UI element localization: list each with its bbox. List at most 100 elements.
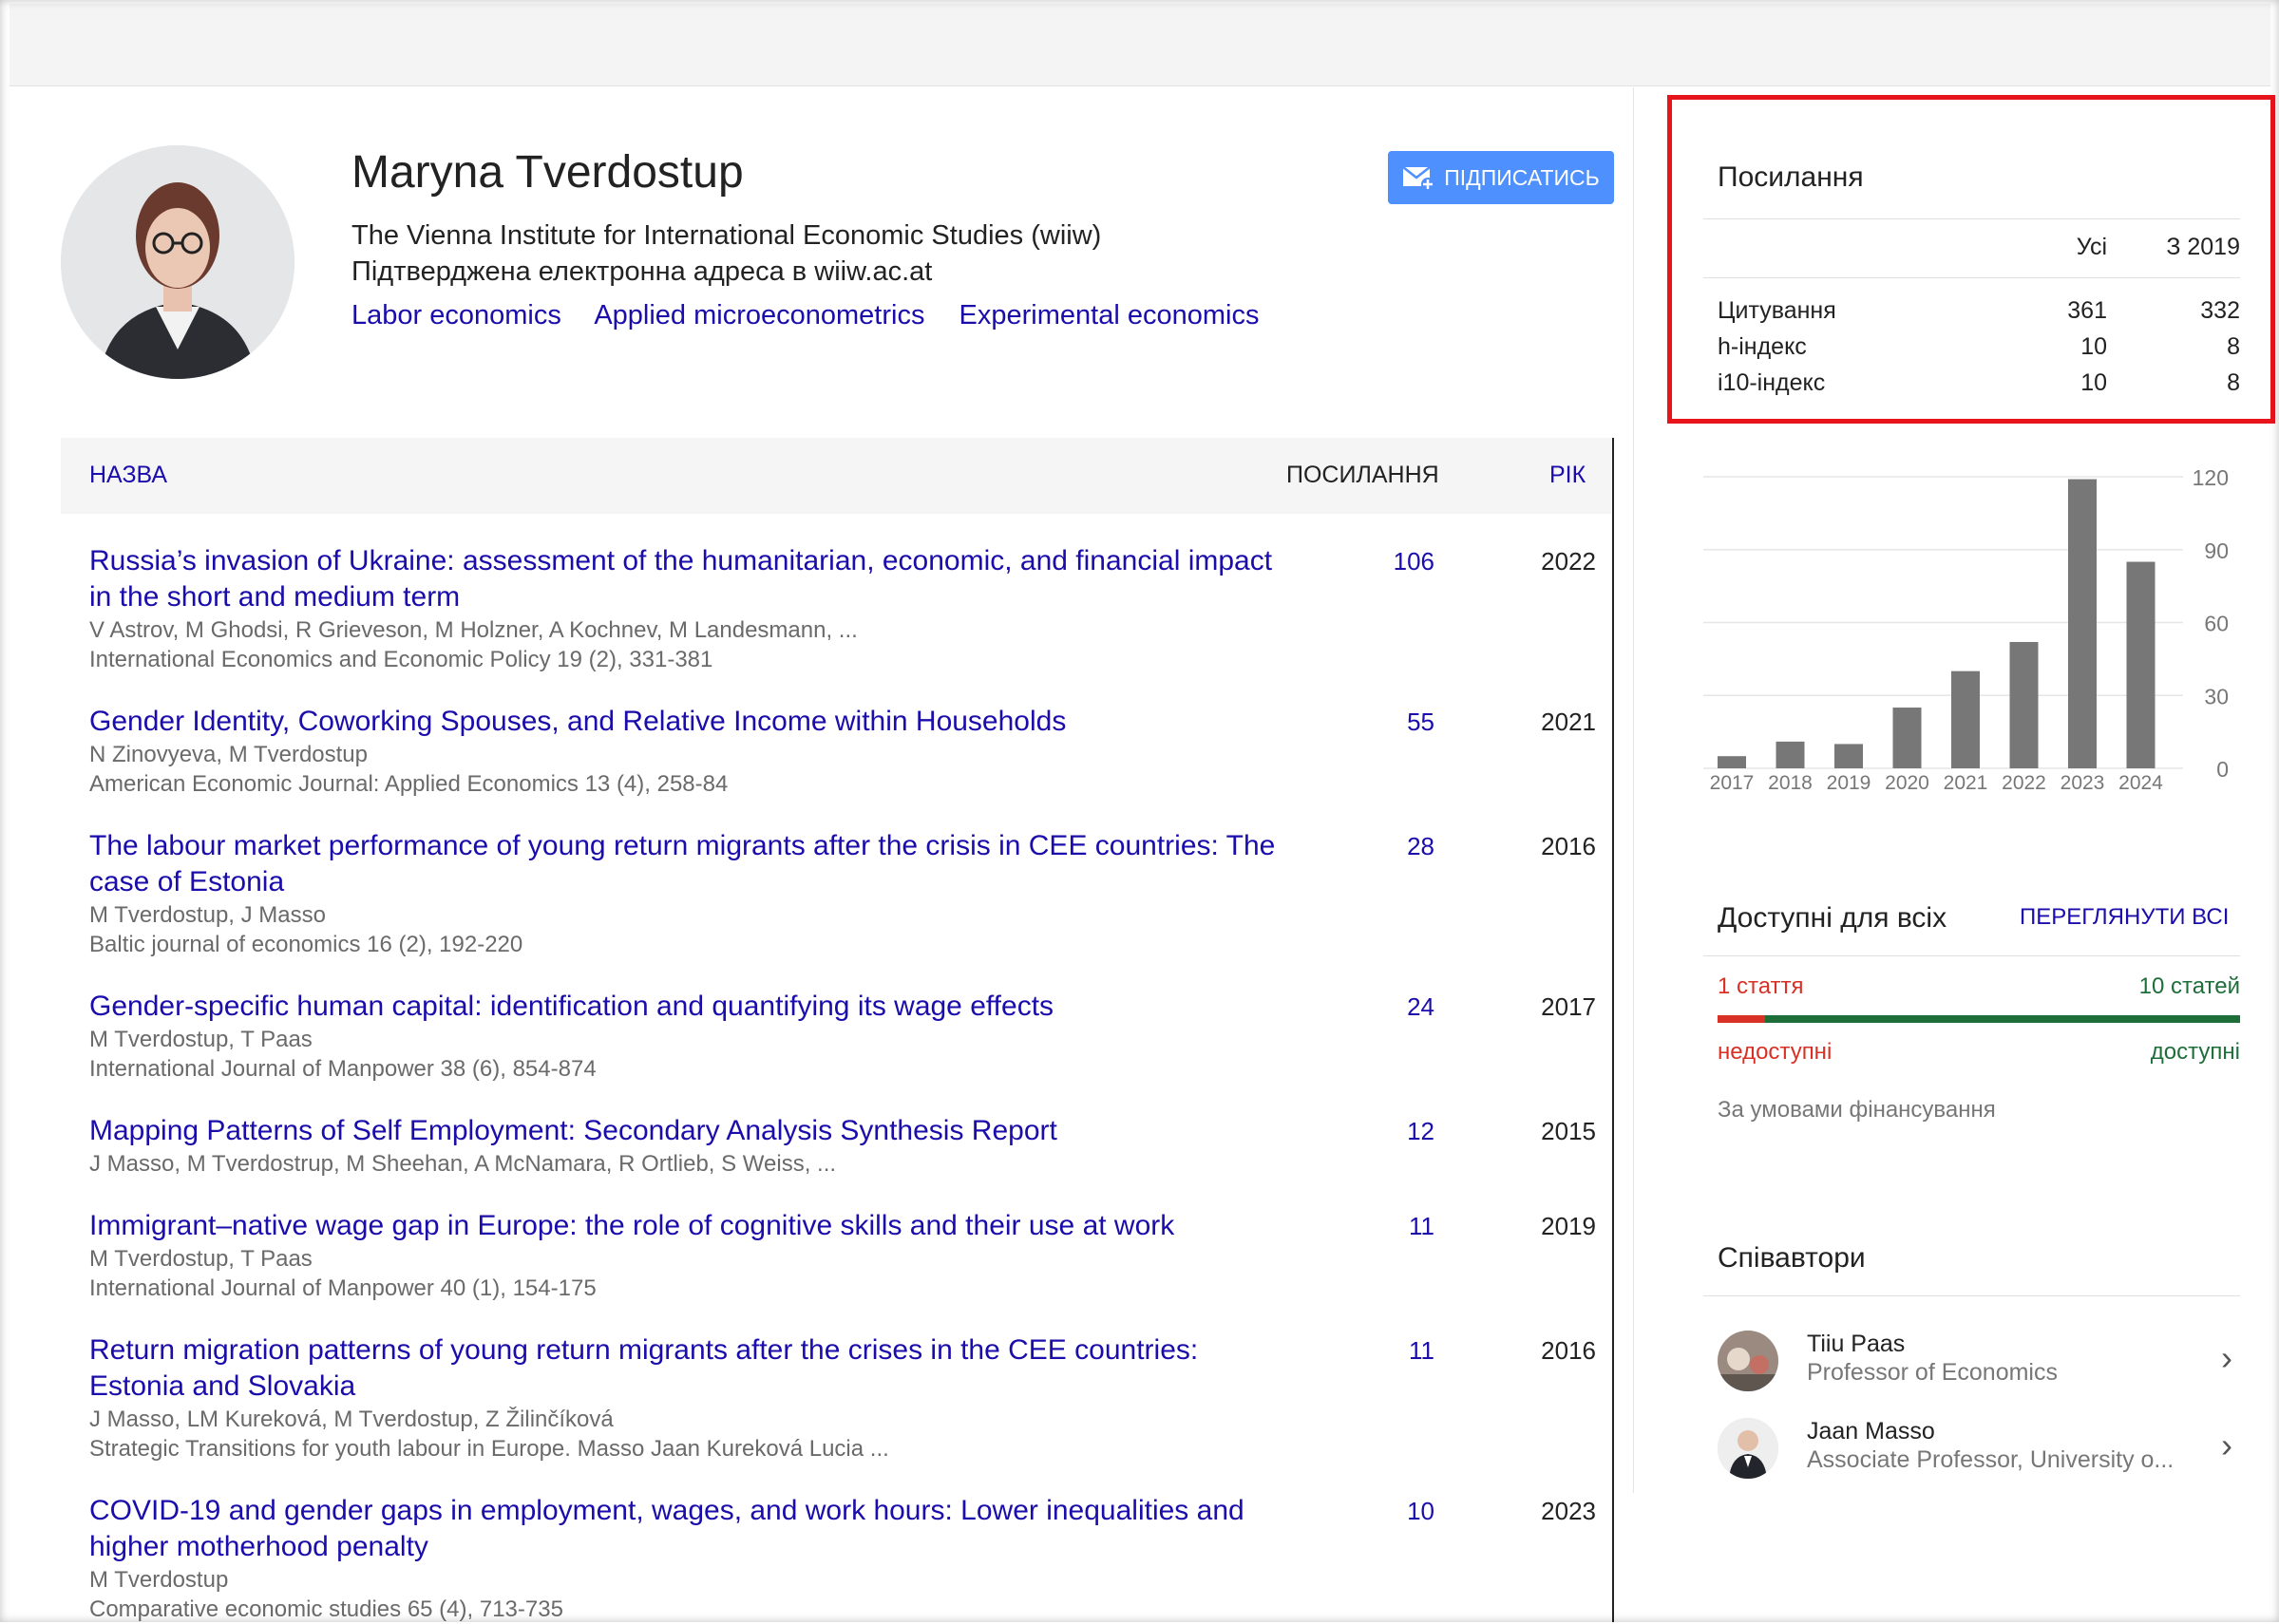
article-venue: International Journal of Manpower 38 (6)…: [89, 1056, 597, 1082]
article-title[interactable]: Russia’s invasion of Ukraine: assessment…: [89, 543, 1324, 615]
article-authors: J Masso, M Tverdostrup, M Sheehan, A McN…: [89, 1151, 837, 1177]
unavailable-count[interactable]: 1 стаття: [1718, 973, 1804, 1000]
x-tick-label: 2017: [1710, 772, 1755, 794]
column-divider: [1612, 438, 1614, 1622]
y-tick-label: 60: [2204, 612, 2229, 636]
table-row: Gender Identity, Coworking Spouses, and …: [89, 704, 1609, 799]
interest-link[interactable]: Experimental economics: [959, 300, 1260, 330]
sort-by-title[interactable]: НАЗВА: [89, 462, 167, 489]
article-venue: Strategic Transitions for youth labour i…: [89, 1436, 889, 1462]
profile-name: Maryna Tverdostup: [351, 147, 744, 198]
article-title[interactable]: Mapping Patterns of Self Employment: Sec…: [89, 1113, 1324, 1149]
cited-by-count[interactable]: 55: [1349, 704, 1434, 740]
sort-by-cited[interactable]: ПОСИЛАННЯ: [1286, 462, 1439, 489]
profile-affiliation: The Vienna Institute for International E…: [351, 220, 1102, 251]
chart-bar-2022[interactable]: [2009, 641, 2039, 768]
view-all-link[interactable]: ПЕРЕГЛЯНУТИ ВСІ: [2020, 904, 2229, 931]
article-title[interactable]: Immigrant–native wage gap in Europe: the…: [89, 1208, 1324, 1244]
chart-bar-2023[interactable]: [2068, 479, 2097, 768]
cited-by-count[interactable]: 12: [1349, 1113, 1434, 1149]
divider: [1703, 1295, 2240, 1296]
chart-bar-2021[interactable]: [1951, 670, 1980, 768]
articles-table-header: НАЗВА ПОСИЛАННЯ РІК: [61, 438, 1611, 514]
top-toolbar: [9, 4, 2270, 86]
avatar: [1718, 1418, 1778, 1479]
coauthor-name: Jaan Masso: [1807, 1418, 1935, 1445]
interest-link[interactable]: Applied microeconometrics: [594, 300, 924, 330]
cited-by-count[interactable]: 11: [1349, 1208, 1434, 1244]
article-year: 2016: [1541, 832, 1596, 860]
article-title[interactable]: Gender Identity, Coworking Spouses, and …: [89, 704, 1324, 740]
x-tick-label: 2022: [2002, 772, 2046, 794]
article-title[interactable]: COVID-19 and gender gaps in employment, …: [89, 1493, 1324, 1565]
mandates-link[interactable]: За умовами фінансування: [1718, 1097, 1996, 1124]
available-bar: [1765, 1015, 2240, 1023]
article-year: 2016: [1541, 1336, 1596, 1365]
y-tick-label: 120: [2193, 465, 2229, 490]
coauthor-affiliation: Associate Professor, University o...: [1807, 1446, 2175, 1473]
coauthors-title: Співавтори: [1718, 1242, 1866, 1274]
table-row: COVID-19 and gender gaps in employment, …: [89, 1493, 1609, 1624]
cited-by-count[interactable]: 106: [1349, 543, 1434, 579]
unavailable-bar: [1718, 1015, 1765, 1023]
x-tick-label: 2018: [1768, 772, 1813, 794]
chart-bar-2024[interactable]: [2126, 561, 2156, 768]
sort-by-year[interactable]: РІК: [1549, 462, 1586, 489]
article-year: 2021: [1541, 708, 1596, 736]
coauthor-name: Tiiu Paas: [1807, 1331, 1906, 1357]
table-row: Gender-specific human capital: identific…: [89, 989, 1609, 1084]
unavailable-label: недоступні: [1718, 1039, 1833, 1065]
chart-bar-2018[interactable]: [1776, 741, 1805, 768]
article-authors: N Zinovyeva, M Tverdostup: [89, 742, 369, 767]
coauthor-item[interactable]: Tiiu Paas Professor of Economics ›: [1718, 1329, 2250, 1395]
article-authors: M Tverdostup: [89, 1567, 229, 1593]
cited-by-count[interactable]: 10: [1349, 1493, 1434, 1529]
available-label: доступні: [2150, 1039, 2240, 1065]
table-row: Russia’s invasion of Ukraine: assessment…: [89, 543, 1609, 674]
article-title[interactable]: The labour market performance of young r…: [89, 828, 1324, 900]
x-tick-label: 2019: [1827, 772, 1871, 794]
mail-plus-icon: [1402, 166, 1435, 191]
chart-bar-2020[interactable]: [1892, 708, 1922, 768]
article-year: 2017: [1541, 992, 1596, 1021]
article-year: 2019: [1541, 1212, 1596, 1240]
article-authors: M Tverdostup, J Masso: [89, 902, 326, 928]
x-tick-label: 2023: [2061, 772, 2105, 794]
available-count[interactable]: 10 статей: [2071, 973, 2240, 1000]
profile-email: Підтверджена електронна адреса в wiiw.ac…: [351, 256, 933, 287]
article-authors: M Tverdostup, T Paas: [89, 1027, 313, 1052]
table-row: Immigrant–native wage gap in Europe: the…: [89, 1208, 1609, 1303]
article-venue: Comparative economic studies 65 (4), 713…: [89, 1596, 563, 1622]
coauthor-item[interactable]: Jaan Masso Associate Professor, Universi…: [1718, 1416, 2250, 1482]
follow-button-label: ПІДПИСАТИСЬ: [1444, 164, 1600, 190]
y-tick-label: 30: [2204, 684, 2229, 708]
article-year: 2023: [1541, 1497, 1596, 1525]
article-venue: International Journal of Manpower 40 (1)…: [89, 1275, 597, 1301]
article-title[interactable]: Return migration patterns of young retur…: [89, 1332, 1324, 1405]
x-tick-label: 2020: [1885, 772, 1929, 794]
table-row: The labour market performance of young r…: [89, 828, 1609, 959]
chart-bar-2017[interactable]: [1718, 756, 1746, 768]
article-title[interactable]: Gender-specific human capital: identific…: [89, 989, 1324, 1025]
article-venue: American Economic Journal: Applied Econo…: [89, 771, 729, 797]
article-year: 2015: [1541, 1117, 1596, 1145]
avatar: [1718, 1331, 1778, 1391]
chevron-right-icon: ›: [2221, 1426, 2232, 1464]
cited-by-count[interactable]: 28: [1349, 828, 1434, 864]
x-tick-label: 2021: [1944, 772, 1988, 794]
coauthor-affiliation: Professor of Economics: [1807, 1359, 2058, 1386]
chart-bar-2019[interactable]: [1834, 744, 1863, 768]
article-authors: M Tverdostup, T Paas: [89, 1246, 313, 1272]
y-tick-label: 0: [2216, 757, 2229, 782]
follow-button[interactable]: ПІДПИСАТИСЬ: [1388, 151, 1614, 204]
cited-by-count[interactable]: 11: [1349, 1332, 1434, 1369]
highlight-box: [1667, 95, 2275, 424]
open-access-title: Доступні для всіх: [1718, 902, 1947, 934]
profile-interests: Labor economics Applied microeconometric…: [351, 300, 1285, 331]
interest-link[interactable]: Labor economics: [351, 300, 561, 330]
cited-by-count[interactable]: 24: [1349, 989, 1434, 1025]
table-row: Mapping Patterns of Self Employment: Sec…: [89, 1113, 1609, 1179]
profile-photo: [61, 145, 294, 379]
citations-bar-chart: 0 30 60 90 120 2017 2018 2019 2020 2021 2022 2023 20…: [1703, 465, 2229, 794]
article-year: 2022: [1541, 547, 1596, 576]
